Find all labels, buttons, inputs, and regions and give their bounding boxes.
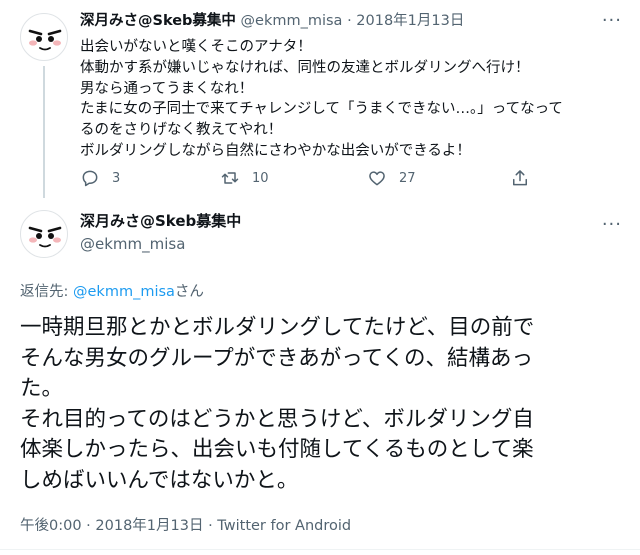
header-separator: ·	[347, 13, 352, 29]
display-name-row: 深月みさ@Skeb募集中	[80, 211, 241, 231]
reply-to-line: 返信先: @ekmm_misaさん	[20, 282, 204, 302]
tweet-metadata: 午後0:00 · 2018年1月13日 · Twitter for Androi…	[20, 516, 351, 536]
parent-tweet-text: 出会いがないと嘆くそこのアナタ！ 体動かす系が嫌いじゃなければ、同性の友達とボル…	[80, 37, 620, 162]
share-button[interactable]	[510, 166, 530, 190]
display-name[interactable]: 深月みさ@Skeb募集中	[80, 13, 236, 29]
tweet-date[interactable]: 2018年1月13日	[95, 518, 203, 534]
retweet-icon	[221, 172, 239, 184]
like-icon	[369, 171, 385, 186]
tweet-time[interactable]: 午後0:00	[20, 518, 82, 534]
meta-separator: ·	[208, 518, 213, 534]
retweet-count: 10	[252, 170, 269, 186]
tweet-text-line: 出会いがないと嘆くそこのアナタ！	[80, 39, 312, 55]
tweet-date[interactable]: 2018年1月13日	[356, 13, 464, 29]
meta-separator: ·	[86, 518, 91, 534]
reply-to-handle-link[interactable]: @ekmm_misa	[73, 284, 175, 300]
handle[interactable]: @ekmm_misa	[241, 13, 343, 29]
avatar[interactable]	[20, 13, 68, 61]
tweet-text-line: それ目的ってのはどうかと思うけど、ボルダリング自	[20, 406, 534, 432]
display-name[interactable]: 深月みさ@Skeb募集中	[80, 212, 241, 230]
avatar[interactable]	[20, 210, 68, 258]
tweet-text-line: しめばいいんではないかと。	[20, 467, 299, 493]
reply-button[interactable]: 3	[80, 166, 120, 190]
main-tweet-text: 一時期旦那とかとボルダリングしてたけど、目の前で そんな男女のグループができあが…	[20, 313, 625, 496]
tweet-source-link[interactable]: Twitter for Android	[217, 518, 351, 534]
like-count: 27	[399, 170, 416, 186]
avatar-face-icon	[28, 226, 62, 248]
handle[interactable]: @ekmm_misa	[80, 234, 185, 254]
tweet-text-line: るのをさりげなく教えてやれ！	[80, 122, 283, 139]
tweet-text-line: 体動かす系が嫌いじゃなければ、同性の友達とボルダリングへ行け！	[80, 59, 530, 76]
more-icon[interactable]: ···	[602, 216, 622, 234]
tweet-thread: 深月みさ@Skeb募集中 @ekmm_misa · 2018年1月13日 ···…	[0, 0, 640, 555]
reply-to-prefix: 返信先:	[20, 284, 73, 300]
tweet-text-line: たまに女の子同士で来てチャレンジして「うまくできない…。」ってなって	[80, 101, 563, 118]
tweet-text-line: 男なら通ってうまくなれ！	[80, 80, 254, 97]
tweet-actions: 3 10 27	[80, 166, 540, 190]
divider	[0, 549, 640, 550]
like-button[interactable]: 27	[367, 166, 416, 190]
retweet-button[interactable]: 10	[220, 166, 269, 190]
parent-tweet-header: 深月みさ@Skeb募集中 @ekmm_misa · 2018年1月13日	[80, 11, 464, 31]
more-icon[interactable]: ···	[602, 12, 622, 30]
reply-count: 3	[112, 170, 121, 186]
tweet-text-line: ボルダリングしながら自然にさわやかな出会いができるよ！	[80, 142, 471, 159]
tweet-text-line: そんな男女のグループができあがってくの、結構あっ	[20, 345, 533, 371]
tweet-text-line: た。	[20, 376, 64, 401]
thread-connector-line	[43, 66, 45, 198]
reply-icon	[82, 170, 98, 187]
avatar-face-icon	[28, 29, 62, 51]
tweet-text-line: 一時期旦那とかとボルダリングしてたけど、目の前で	[20, 315, 535, 340]
parent-tweet[interactable]: 深月みさ@Skeb募集中 @ekmm_misa · 2018年1月13日 ···…	[0, 0, 640, 200]
share-icon	[513, 170, 527, 186]
tweet-text-line: 体楽しかったら、出会いも付随してくるものとして楽	[20, 437, 534, 462]
reply-to-suffix: さん	[174, 284, 204, 300]
